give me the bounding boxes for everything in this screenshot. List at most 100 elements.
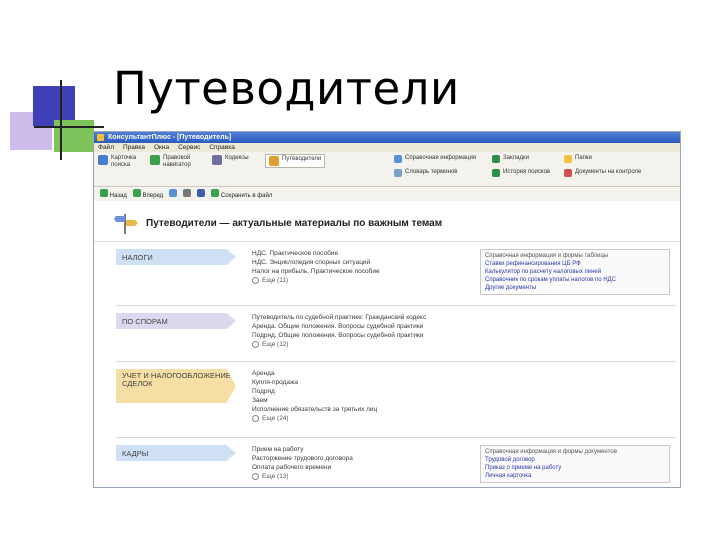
expand-icon <box>252 277 259 284</box>
reference-box-title: Справочная информация и формы таблицы <box>485 253 609 259</box>
more-link[interactable]: Еще (13) <box>252 472 353 481</box>
search-card-icon <box>98 155 108 165</box>
section-personnel: КАДРЫ Прием на работу Расторжение трудов… <box>116 445 676 487</box>
page-header: Путеводители — актуальные материалы по в… <box>114 207 442 239</box>
print-button[interactable] <box>183 189 192 199</box>
forward-icon <box>132 189 141 197</box>
slide-title: Путеводители <box>113 62 460 115</box>
menu-service[interactable]: Сервис <box>178 144 200 151</box>
expand-icon <box>252 473 259 480</box>
guides-page: Путеводители — актуальные материалы по в… <box>94 201 680 487</box>
signpost-icon <box>114 212 138 234</box>
window-title: КонсультантПлюс - [Путеводитель] <box>108 134 232 141</box>
guide-link[interactable]: Прием на работу <box>252 445 353 454</box>
word-icon <box>197 189 206 197</box>
section-links: Прием на работу Расторжение трудового до… <box>252 445 353 481</box>
guide-link[interactable]: Подряд. Общие положения. Вопросы судебно… <box>252 331 426 340</box>
back-icon <box>100 189 108 197</box>
guide-link[interactable]: НДС. Энциклопедия спорных ситуаций <box>252 258 380 267</box>
section-divider <box>116 305 676 306</box>
guide-link[interactable]: Аренда. Общие положения. Вопросы судебно… <box>252 322 426 331</box>
section-disputes: ПО СПОРАМ Путеводитель по судебной практ… <box>116 313 676 363</box>
reference-link[interactable]: Другие документы <box>485 284 665 292</box>
window-titlebar[interactable]: КонсультантПлюс - [Путеводитель] <box>94 132 680 143</box>
reference-link[interactable]: Ставки рефинансирования ЦБ РФ <box>485 260 665 268</box>
reference-box: Справочная информация и формы документов… <box>480 445 670 483</box>
reference-button[interactable]: Справочная информация <box>394 155 476 163</box>
reference-link[interactable]: Калькулятор по расчету налоговых пеней <box>485 268 665 276</box>
control-button[interactable]: Документы на контроле <box>564 169 641 177</box>
guide-link[interactable]: Расторжение трудового договора <box>252 454 353 463</box>
guide-link[interactable]: Аренда <box>252 369 377 378</box>
section-links: Путеводитель по судебной практике: Гражд… <box>252 313 426 349</box>
guide-link[interactable]: НДС. Практическое пособие <box>252 249 380 258</box>
control-icon <box>564 169 572 177</box>
guide-link[interactable]: Подряд <box>252 387 377 396</box>
guides-icon <box>269 156 279 166</box>
navigator-icon <box>150 155 160 165</box>
dictionary-icon <box>394 169 402 177</box>
header-divider <box>94 241 680 242</box>
bookmarks-icon <box>492 155 500 163</box>
reference-box-title: Справочная информация и формы документов <box>485 449 617 455</box>
navigation-toolbar: Назад Вперед Сохранить в файл <box>94 187 680 202</box>
reference-link[interactable]: Личная карточка <box>485 472 665 480</box>
codes-icon <box>212 155 222 165</box>
more-link[interactable]: Еще (24) <box>252 414 377 423</box>
menu-help[interactable]: Справка <box>209 144 235 151</box>
bookmarks-button[interactable]: Закладки <box>492 155 529 163</box>
word-button[interactable] <box>197 189 206 199</box>
expand-icon <box>252 415 259 422</box>
back-button[interactable]: Назад <box>100 189 127 199</box>
menu-windows[interactable]: Окна <box>154 144 169 151</box>
find-button[interactable] <box>169 189 178 199</box>
guide-link[interactable]: Путеводитель по судебной практике: Гражд… <box>252 313 426 322</box>
category-tab-taxes[interactable]: НАЛОГИ <box>116 249 236 265</box>
codes-button[interactable]: Кодексы <box>212 155 249 165</box>
main-toolbar: Карточка поиска Правовой навигатор Кодек… <box>94 152 680 187</box>
more-link[interactable]: Еще (11) <box>252 276 380 285</box>
section-divider <box>116 437 676 438</box>
guide-link[interactable]: Оплата рабочего времени <box>252 463 353 472</box>
section-links: Аренда Купля-продажа Подряд Заем Исполне… <box>252 369 377 423</box>
app-icon <box>97 134 104 141</box>
category-tab-disputes[interactable]: ПО СПОРАМ <box>116 313 236 329</box>
reference-link[interactable]: Приказ о приеме на работу <box>485 464 665 472</box>
guide-link[interactable]: Налог на прибыль. Практическое пособие <box>252 267 380 276</box>
guides-button[interactable]: Путеводители <box>265 154 326 168</box>
reference-link[interactable]: Справочник по срокам уплаты налогов по Н… <box>485 276 665 284</box>
guide-link[interactable]: Купля-продажа <box>252 378 377 387</box>
reference-link[interactable]: Трудовой договор <box>485 456 665 464</box>
dictionary-button[interactable]: Словарь терминов <box>394 169 458 177</box>
section-divider <box>116 361 676 362</box>
app-window: КонсультантПлюс - [Путеводитель] Файл Пр… <box>93 131 681 488</box>
find-icon <box>169 189 178 197</box>
menu-edit[interactable]: Правка <box>123 144 145 151</box>
save-icon <box>211 189 220 197</box>
category-tab-personnel[interactable]: КАДРЫ <box>116 445 236 461</box>
section-links: НДС. Практическое пособие НДС. Энциклопе… <box>252 249 380 285</box>
folders-button[interactable]: Папки <box>564 155 592 163</box>
page-title: Путеводители — актуальные материалы по в… <box>146 217 443 229</box>
save-button[interactable]: Сохранить в файл <box>211 189 272 199</box>
decor-vertical-line <box>60 80 62 160</box>
print-icon <box>183 189 192 197</box>
expand-icon <box>252 341 259 348</box>
folders-icon <box>564 155 572 163</box>
more-link[interactable]: Еще (12) <box>252 340 426 349</box>
category-tab-deals[interactable]: УЧЕТ И НАЛОГООБЛОЖЕНИЕ СДЕЛОК <box>116 369 236 403</box>
search-card-button[interactable]: Карточка поиска <box>98 155 145 169</box>
menu-file[interactable]: Файл <box>98 144 114 151</box>
reference-icon <box>394 155 402 163</box>
decor-horizontal-line <box>34 126 104 128</box>
guide-link[interactable]: Заем <box>252 396 377 405</box>
forward-button[interactable]: Вперед <box>132 189 163 199</box>
navigator-button[interactable]: Правовой навигатор <box>150 155 193 169</box>
reference-box: Справочная информация и формы таблицы Ст… <box>480 249 670 295</box>
history-icon <box>492 169 500 177</box>
guide-link[interactable]: Исполнение обязательств за третьих лиц <box>252 405 377 414</box>
section-deals: УЧЕТ И НАЛОГООБЛОЖЕНИЕ СДЕЛОК Аренда Куп… <box>116 369 676 433</box>
menu-bar: Файл Правка Окна Сервис Справка <box>94 143 680 152</box>
section-taxes: НАЛОГИ НДС. Практическое пособие НДС. Эн… <box>116 249 676 309</box>
history-button[interactable]: История поисков <box>492 169 550 177</box>
